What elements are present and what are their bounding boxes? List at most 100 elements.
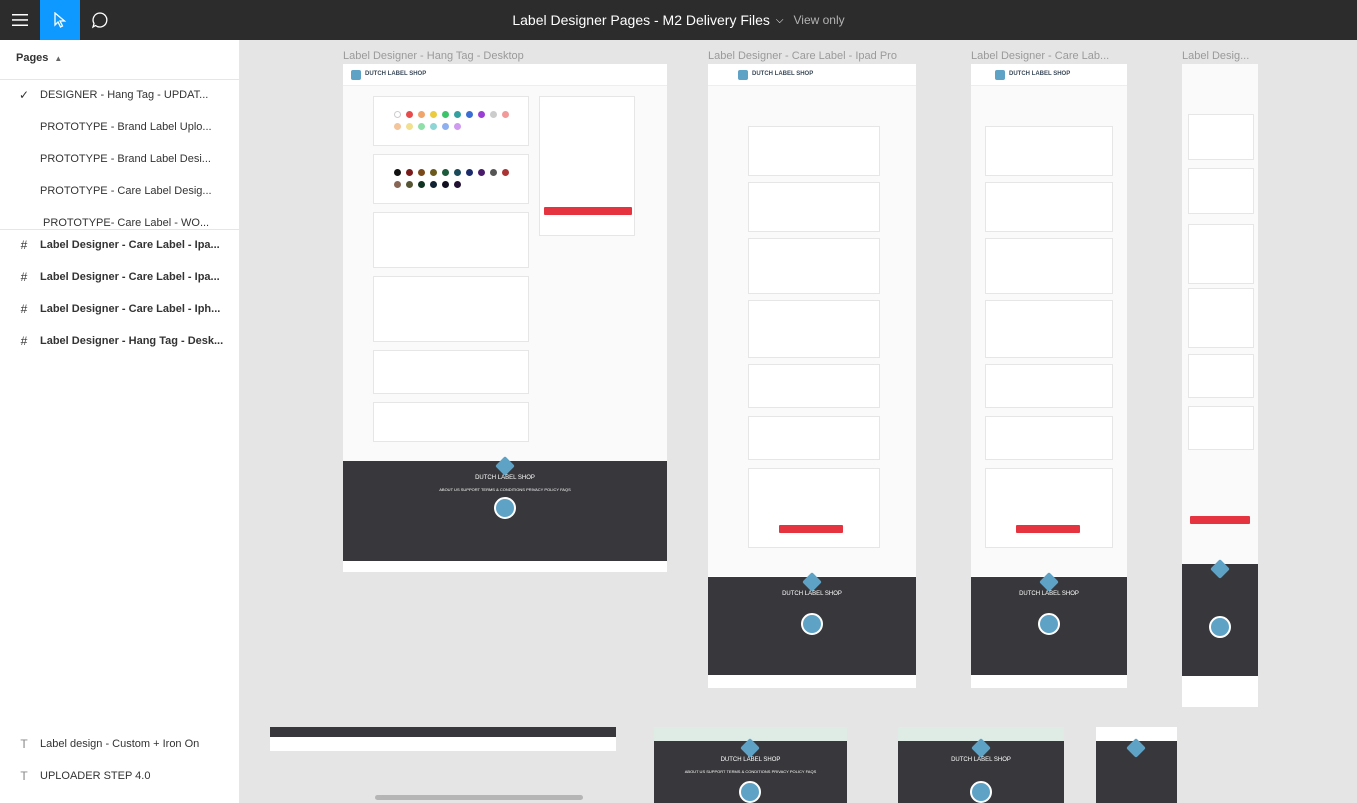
shop-badge-icon — [740, 738, 760, 758]
mock-symbol-panel — [748, 300, 880, 358]
swatch — [418, 169, 425, 176]
mock-footer — [1182, 559, 1258, 676]
mock-badge-icon — [801, 613, 823, 635]
mock-text-color-panel — [985, 182, 1113, 232]
mock-cord-panel — [1188, 354, 1254, 398]
mock-label-details — [985, 468, 1113, 548]
frame-title[interactable]: Label Designer - Care Label - Ipad Pro — [708, 50, 918, 62]
frame-partial[interactable] — [270, 727, 616, 751]
layer-label: Label Designer - Care Label - Ipa... — [40, 239, 220, 251]
swatch — [430, 111, 437, 118]
mock-frame-panel — [748, 416, 880, 460]
chevron-down-icon[interactable]: ⌵ — [776, 15, 784, 26]
design-canvas[interactable]: Label Designer - Hang Tag - Desktop Labe… — [241, 40, 1357, 803]
swatch — [394, 111, 401, 118]
mock-text-color-panel — [1188, 168, 1254, 214]
mock-add-to-cart — [544, 207, 632, 215]
mock-color-panel — [373, 96, 529, 146]
swatch — [418, 111, 425, 118]
frame-hash-icon: # — [20, 270, 28, 284]
frame-partial[interactable]: DUTCH LABEL SHOP ABOUT US SUPPORT TERMS … — [654, 727, 847, 803]
mock-designer-body — [708, 86, 916, 576]
swatch — [442, 111, 449, 118]
mock-symbol-panel — [1188, 288, 1254, 348]
mock-footer — [270, 727, 616, 737]
mock-add-to-cart — [779, 525, 843, 533]
mock-footer-shop: DUTCH LABEL SHOP — [782, 591, 842, 597]
page-label: PROTOTYPE- Care Label - WO... — [40, 217, 210, 229]
swatch — [406, 111, 413, 118]
layers-panel: Pages ▲ ✓ DESIGNER - Hang Tag - UPDAT...… — [0, 40, 240, 803]
mock-badge-icon — [739, 781, 761, 803]
mock-font-panel — [373, 212, 529, 268]
mock-footer-links: ABOUT US SUPPORT TERMS & CONDITIONS PRIV… — [684, 769, 817, 774]
shop-badge-icon — [1126, 738, 1146, 758]
swatch — [442, 181, 449, 188]
mock-font-panel — [985, 238, 1113, 294]
frame-hash-icon: # — [20, 334, 28, 348]
mock-font-panel — [1188, 224, 1254, 284]
layer-text-item[interactable]: T Label design - Custom + Iron On — [0, 728, 240, 760]
shop-logo-icon — [351, 70, 361, 80]
frame-hang-tag-desktop[interactable]: DUTCH LABEL SHOP DUTCH LABEL SHOP ABOUT … — [343, 64, 667, 572]
mock-font-panel — [748, 238, 880, 294]
frame-care-label-iphone[interactable] — [1182, 64, 1258, 707]
mock-footer: DUTCH LABEL SHOP — [971, 572, 1127, 675]
page-item[interactable]: PROTOTYPE - Care Label Desig... — [0, 175, 240, 207]
page-item[interactable]: ✓ DESIGNER - Hang Tag - UPDAT... — [0, 79, 240, 111]
swatch — [394, 181, 401, 188]
mock-site-header: DUTCH LABEL SHOP — [971, 64, 1127, 86]
mock-frame-panel — [1188, 406, 1254, 450]
page-item[interactable]: PROTOTYPE - Brand Label Desi... — [0, 143, 240, 175]
mock-swatches — [394, 169, 514, 188]
swatch — [442, 123, 449, 130]
mock-footer: DUTCH LABEL SHOP ABOUT US SUPPORT TERMS … — [343, 456, 667, 561]
mock-cord-panel — [985, 364, 1113, 408]
file-name[interactable]: Label Designer Pages - M2 Delivery Files — [512, 12, 770, 28]
swatch — [406, 181, 413, 188]
horizontal-scrollbar[interactable] — [375, 795, 583, 800]
layer-text-item[interactable]: T UPLOADER STEP 4.0 — [0, 760, 240, 792]
mock-text-color-panel — [748, 182, 880, 232]
frame-title[interactable]: Label Designer - Hang Tag - Desktop — [343, 50, 643, 62]
page-label: PROTOTYPE - Brand Label Uplo... — [40, 121, 212, 133]
mock-text-color-panel — [373, 154, 529, 204]
chevron-up-icon: ▲ — [54, 53, 63, 63]
layer-frame-item[interactable]: # Label Designer - Care Label - Ipa... — [0, 229, 240, 261]
mock-color-panel — [1188, 114, 1254, 160]
mock-footer-shop: DUTCH LABEL SHOP — [720, 757, 781, 763]
mock-site-header: DUTCH LABEL SHOP — [708, 64, 916, 86]
access-mode-label: View only — [793, 13, 845, 27]
mock-frame-panel — [985, 416, 1113, 460]
mock-badge-icon — [1209, 616, 1231, 638]
swatch — [406, 123, 413, 130]
mock-footer: DUTCH LABEL SHOP — [898, 738, 1064, 803]
mock-designer-body — [1182, 64, 1258, 564]
shop-badge-icon — [971, 738, 991, 758]
page-label: PROTOTYPE - Brand Label Desi... — [40, 153, 211, 165]
frame-title[interactable]: Label Designer - Care Lab... — [971, 50, 1131, 62]
frame-care-label-ipad[interactable]: DUTCH LABEL SHOP DUTCH LABEL SHOP — [971, 64, 1127, 688]
pages-header[interactable]: Pages ▲ — [16, 52, 62, 64]
mock-add-to-cart — [1190, 516, 1250, 524]
checkmark-icon: ✓ — [18, 88, 30, 102]
layer-frame-item[interactable]: # Label Designer - Care Label - Iph... — [0, 293, 240, 325]
layer-frame-item[interactable]: # Label Designer - Hang Tag - Desk... — [0, 325, 240, 357]
frame-partial[interactable] — [1096, 727, 1177, 803]
frame-care-label-ipad-pro[interactable]: DUTCH LABEL SHOP DUTCH LABEL SHOP — [708, 64, 916, 688]
frame-partial[interactable]: DUTCH LABEL SHOP — [898, 727, 1064, 803]
mock-designer-body — [971, 86, 1127, 576]
swatch — [502, 169, 509, 176]
swatch — [418, 123, 425, 130]
mock-swatches — [394, 111, 514, 130]
frame-hash-icon: # — [20, 238, 28, 252]
frame-title[interactable]: Label Desig... — [1182, 50, 1262, 62]
text-layer-icon: T — [20, 769, 28, 783]
layer-frame-item[interactable]: # Label Designer - Care Label - Ipa... — [0, 261, 240, 293]
swatch — [478, 111, 485, 118]
swatch — [490, 169, 497, 176]
page-item[interactable]: PROTOTYPE - Brand Label Uplo... — [0, 111, 240, 143]
frame-hash-icon: # — [20, 302, 28, 316]
layer-label: UPLOADER STEP 4.0 — [40, 770, 151, 782]
mock-footer-links: ABOUT US SUPPORT TERMS & CONDITIONS PRIV… — [439, 487, 571, 492]
